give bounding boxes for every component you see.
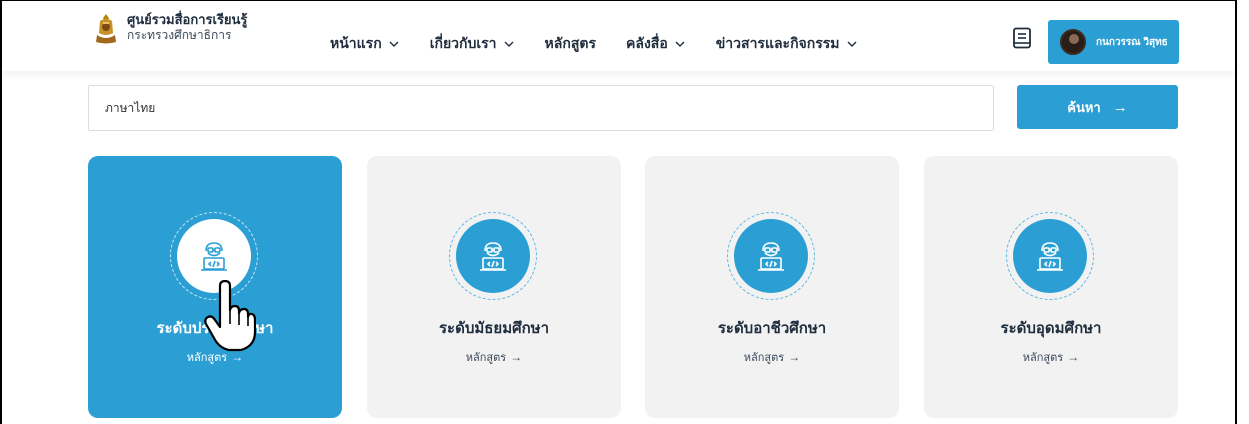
search-button-label: ค้นหา [1067,99,1101,115]
avatar [1060,29,1086,55]
nav-item-media-library[interactable]: คลังสื่อ [626,33,686,55]
hand-pointer-icon [204,280,256,352]
card-vocational-education[interactable]: ระดับอาชีวศึกษา หลักสูตร → [645,156,899,418]
nav-item-about[interactable]: เกี่ยวกับเรา [430,33,515,55]
programmer-icon [480,242,506,271]
brand[interactable]: ศูนย์รวมสื่อการเรียนรู้ กระทรวงศึกษาธิกา… [127,12,247,43]
card-link-label: หลักสูตร [186,352,228,364]
card-higher-education[interactable]: ระดับอุดมศึกษา หลักสูตร → [924,156,1178,418]
user-account-button[interactable]: กนกวรรณ วิสุทธ [1048,20,1179,64]
card-link-curriculum[interactable]: หลักสูตร → [924,348,1178,366]
nav-item-label: ข่าวสารและกิจกรรม [715,35,840,51]
icon-circle [1013,219,1087,293]
card-link-curriculum[interactable]: หลักสูตร → [645,348,899,366]
arrow-right-icon: → [1112,98,1128,116]
chevron-down-icon [847,41,856,47]
ministry-emblem-icon[interactable] [94,13,118,45]
nav-item-curriculum[interactable]: หลักสูตร [545,33,596,55]
brand-title: ศูนย์รวมสื่อการเรียนรู้ [127,12,248,27]
main-nav: หน้าแรก เกี่ยวกับเรา หลักสูตร คลังสื่อ ข… [330,33,888,55]
card-link-curriculum[interactable]: หลักสูตร → [367,348,621,366]
search-input-value: ภาษาไทย [105,100,156,115]
arrow-right-icon: → [1067,350,1080,364]
programmer-icon [758,242,784,271]
icon-circle [734,219,808,293]
chevron-down-icon [389,41,399,47]
search-input[interactable]: ภาษาไทย [88,85,994,131]
card-title: ระดับมัธยมศึกษา [438,320,549,337]
nav-item-news[interactable]: ข่าวสารและกิจกรรม [716,33,858,55]
programmer-icon [1037,242,1063,271]
nav-item-label: หลักสูตร [544,35,596,51]
site-header: ศูนย์รวมสื่อการเรียนรู้ กระทรวงศึกษาธิกา… [2,1,1235,71]
programmer-icon [201,242,227,271]
browser-viewport: ศูนย์รวมสื่อการเรียนรู้ กระทรวงศึกษาธิกา… [0,0,1249,424]
card-title: ระดับอุดมศึกษา [1000,320,1102,337]
card-secondary-education[interactable]: ระดับมัธยมศึกษา หลักสูตร → [367,156,621,418]
arrow-right-icon: → [231,350,244,364]
nav-item-home[interactable]: หน้าแรก [330,33,400,55]
book-icon[interactable] [1012,27,1032,49]
brand-subtitle: กระทรวงศึกษาธิการ [127,28,232,42]
nav-item-label: เกี่ยวกับเรา [429,35,497,51]
search-button[interactable]: ค้นหา → [1017,85,1178,129]
card-title: ระดับอาชีวศึกษา [717,320,827,337]
nav-item-label: คลังสื่อ [626,35,668,51]
frame-border [1235,0,1237,424]
user-name: กนกวรรณ วิสุทธ [1096,36,1168,48]
chevron-down-icon [504,41,514,47]
icon-circle [456,219,530,293]
card-link-label: หลักสูตร [1022,352,1064,364]
arrow-right-icon: → [510,350,523,364]
card-link-label: หลักสูตร [743,352,785,364]
arrow-right-icon: → [788,350,801,364]
card-link-label: หลักสูตร [465,352,507,364]
nav-item-label: หน้าแรก [330,35,382,51]
chevron-down-icon [675,41,685,47]
